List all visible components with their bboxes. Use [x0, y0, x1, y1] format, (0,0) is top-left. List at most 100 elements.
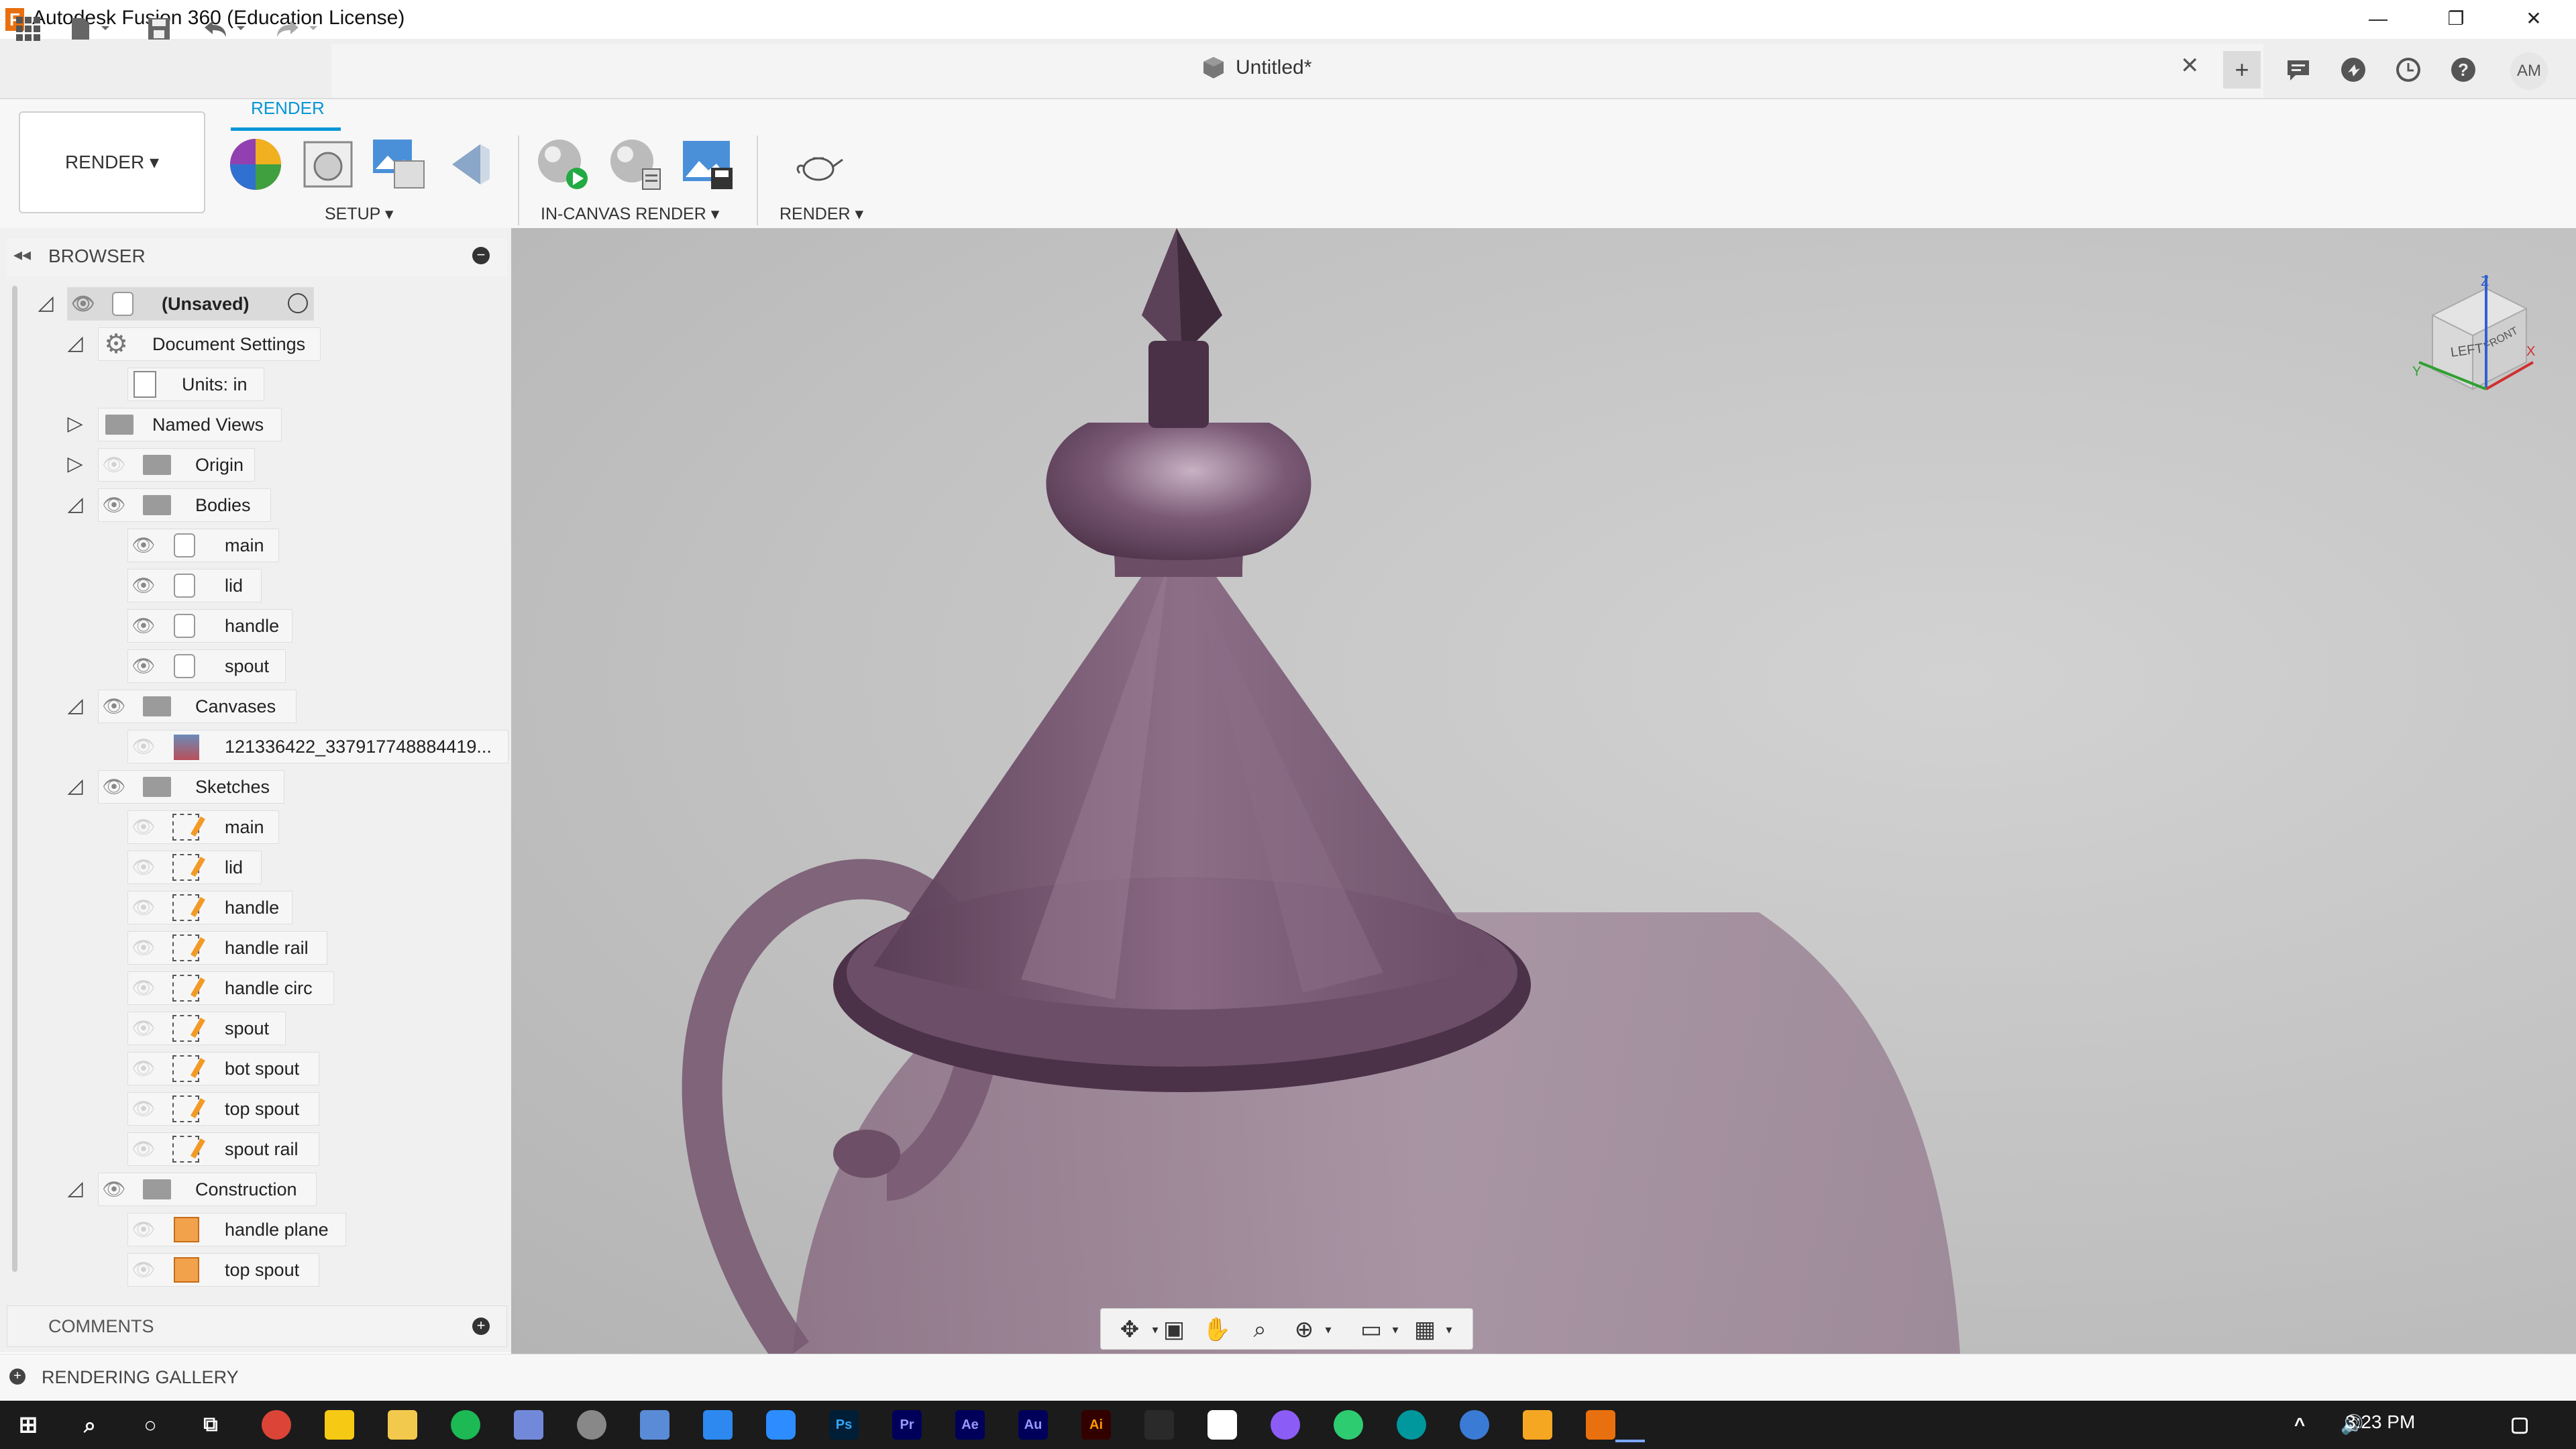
audition-icon[interactable]: Au: [1018, 1410, 1048, 1440]
search-icon[interactable]: ⌕: [75, 1410, 105, 1440]
fusion-taskbar-icon[interactable]: [1586, 1410, 1615, 1440]
tree-node-sketch[interactable]: 👁 spout rail: [127, 1132, 319, 1166]
spotify-icon[interactable]: [451, 1410, 480, 1440]
tree-node-sketch[interactable]: 👁 spout: [127, 1012, 286, 1045]
tree-node-sketch[interactable]: 👁 lid: [127, 851, 262, 884]
visibility-eye-hidden-icon[interactable]: 👁: [129, 1256, 158, 1284]
file-menu-icon[interactable]: [64, 12, 118, 46]
visibility-eye-icon[interactable]: 👁: [129, 652, 158, 680]
tree-node-origin[interactable]: 👁 Origin: [98, 448, 255, 482]
after-effects-icon[interactable]: Ae: [955, 1410, 985, 1440]
tab-render[interactable]: RENDER: [251, 98, 325, 119]
paint-app-icon[interactable]: [577, 1410, 606, 1440]
visibility-eye-hidden-icon[interactable]: 👁: [129, 1095, 158, 1123]
texture-map-icon[interactable]: [370, 136, 428, 193]
photoshop-icon[interactable]: Ps: [829, 1410, 859, 1440]
notifications-icon[interactable]: [2279, 51, 2317, 89]
collapse-triangle-icon[interactable]: ◿: [63, 1177, 87, 1201]
visibility-eye-hidden-icon[interactable]: 👁: [129, 1055, 158, 1083]
tree-node-body-spout[interactable]: 👁 spout: [127, 649, 286, 683]
root-component[interactable]: 👁 (Unsaved): [67, 287, 314, 321]
chevron-down-icon[interactable]: ▾: [1434, 1314, 1464, 1345]
tray-chevron-up-icon[interactable]: ^: [2285, 1410, 2314, 1440]
tree-node-units[interactable]: Units: in: [127, 368, 264, 401]
visibility-eye-icon[interactable]: 👁: [100, 1175, 128, 1203]
minimize-button[interactable]: —: [2351, 0, 2406, 39]
visibility-eye-hidden-icon[interactable]: 👁: [129, 1014, 158, 1042]
visibility-eye-hidden-icon[interactable]: 👁: [129, 934, 158, 962]
visibility-eye-icon[interactable]: 👁: [129, 531, 158, 559]
workspace-switcher-button[interactable]: RENDER ▾: [19, 111, 205, 213]
in-canvas-render-group-label[interactable]: IN-CANVAS RENDER ▾: [541, 204, 719, 224]
pan-hand-icon[interactable]: ✋: [1201, 1314, 1232, 1345]
activate-radio-icon[interactable]: [288, 293, 308, 313]
visibility-eye-hidden-icon[interactable]: 👁: [129, 1216, 158, 1244]
undo-icon[interactable]: [195, 12, 255, 46]
render-teapot-icon[interactable]: [790, 136, 848, 193]
tree-node-bodies[interactable]: 👁 Bodies: [98, 488, 271, 522]
browser-globe-icon[interactable]: [1460, 1410, 1489, 1440]
tree-node-body-handle[interactable]: 👁 handle: [127, 609, 292, 643]
setup-group-label[interactable]: SETUP ▾: [325, 204, 393, 224]
history-clock-icon[interactable]: [2390, 51, 2427, 89]
tree-node-document-settings[interactable]: ⚙ Document Settings: [98, 327, 321, 361]
tree-node-construction[interactable]: 👁 Construction: [98, 1173, 317, 1206]
visibility-eye-hidden-icon[interactable]: 👁: [129, 974, 158, 1002]
visibility-eye-icon[interactable]: 👁: [129, 612, 158, 640]
tree-node-sketch[interactable]: 👁 handle: [127, 891, 292, 924]
add-comment-icon[interactable]: +: [472, 1318, 490, 1335]
tree-node-body-lid[interactable]: 👁 lid: [127, 569, 262, 602]
visibility-eye-hidden-icon[interactable]: 👁: [129, 813, 158, 841]
arduino-icon[interactable]: [1397, 1410, 1426, 1440]
calculator-icon[interactable]: [640, 1410, 669, 1440]
decal-icon[interactable]: [443, 136, 500, 193]
illustrator-icon[interactable]: Ai: [1081, 1410, 1111, 1440]
task-view-icon[interactable]: ⧉: [196, 1410, 225, 1440]
visibility-eye-hidden-icon[interactable]: 👁: [129, 1135, 158, 1163]
github-desktop-icon[interactable]: [1271, 1410, 1300, 1440]
visibility-eye-icon[interactable]: 👁: [100, 692, 128, 720]
tree-node-sketch[interactable]: 👁 handle rail: [127, 931, 327, 965]
taskbar-clock[interactable]: 3:23 PM: [2345, 1411, 2415, 1433]
collapse-panel-icon[interactable]: ◂◂: [13, 244, 31, 265]
expand-triangle-icon[interactable]: ▷: [63, 452, 87, 476]
visibility-eye-icon[interactable]: 👁: [69, 290, 97, 318]
chevron-down-icon[interactable]: ▾: [1380, 1314, 1411, 1345]
app-yellow-icon[interactable]: [1523, 1410, 1552, 1440]
collapse-triangle-icon[interactable]: ◿: [63, 694, 87, 718]
discord-icon[interactable]: [514, 1410, 543, 1440]
data-panel-grid-icon[interactable]: [9, 12, 47, 46]
restore-button[interactable]: ❐: [2428, 0, 2483, 39]
zoom-app-icon[interactable]: [766, 1410, 796, 1440]
visibility-eye-icon[interactable]: 👁: [100, 491, 128, 519]
expand-triangle-icon[interactable]: ▷: [63, 412, 87, 436]
scene-settings-icon[interactable]: [299, 136, 357, 193]
redo-icon[interactable]: [267, 12, 327, 46]
tree-node-canvases[interactable]: 👁 Canvases: [98, 690, 297, 723]
job-status-icon[interactable]: [2334, 51, 2372, 89]
tree-node-sketches[interactable]: 👁 Sketches: [98, 770, 284, 804]
snipping-tool-icon[interactable]: [703, 1410, 733, 1440]
close-window-button[interactable]: ✕: [2506, 0, 2561, 39]
collapse-triangle-icon[interactable]: ◿: [34, 291, 58, 315]
close-document-button[interactable]: ✕: [2180, 52, 2200, 79]
visibility-eye-hidden-icon[interactable]: 👁: [129, 894, 158, 922]
expand-gallery-icon[interactable]: +: [9, 1368, 25, 1385]
tree-node-sketch[interactable]: 👁 handle circ: [127, 971, 334, 1005]
zoom-icon[interactable]: ⌕: [1244, 1314, 1275, 1345]
visibility-eye-hidden-icon[interactable]: 👁: [100, 451, 128, 479]
chrome-icon[interactable]: [262, 1410, 291, 1440]
tree-node-sketch[interactable]: 👁 main: [127, 810, 279, 844]
sticky-notes-icon[interactable]: [325, 1410, 354, 1440]
canvas-viewport[interactable]: [511, 228, 2576, 1354]
teapot-model[interactable]: [511, 228, 2576, 1354]
tree-node-plane[interactable]: 👁 top spout: [127, 1253, 319, 1287]
help-icon[interactable]: ?: [2445, 51, 2482, 89]
windows-start-icon[interactable]: ⊞: [13, 1410, 43, 1440]
save-icon[interactable]: [142, 12, 176, 46]
new-tab-plus-icon[interactable]: +: [2223, 51, 2261, 89]
tree-node-canvas-image[interactable]: 👁 121336422_337917748884419...: [127, 730, 508, 763]
collapse-triangle-icon[interactable]: ◿: [63, 774, 87, 798]
premiere-icon[interactable]: Pr: [892, 1410, 922, 1440]
tree-node-plane[interactable]: 👁 handle plane: [127, 1213, 346, 1246]
